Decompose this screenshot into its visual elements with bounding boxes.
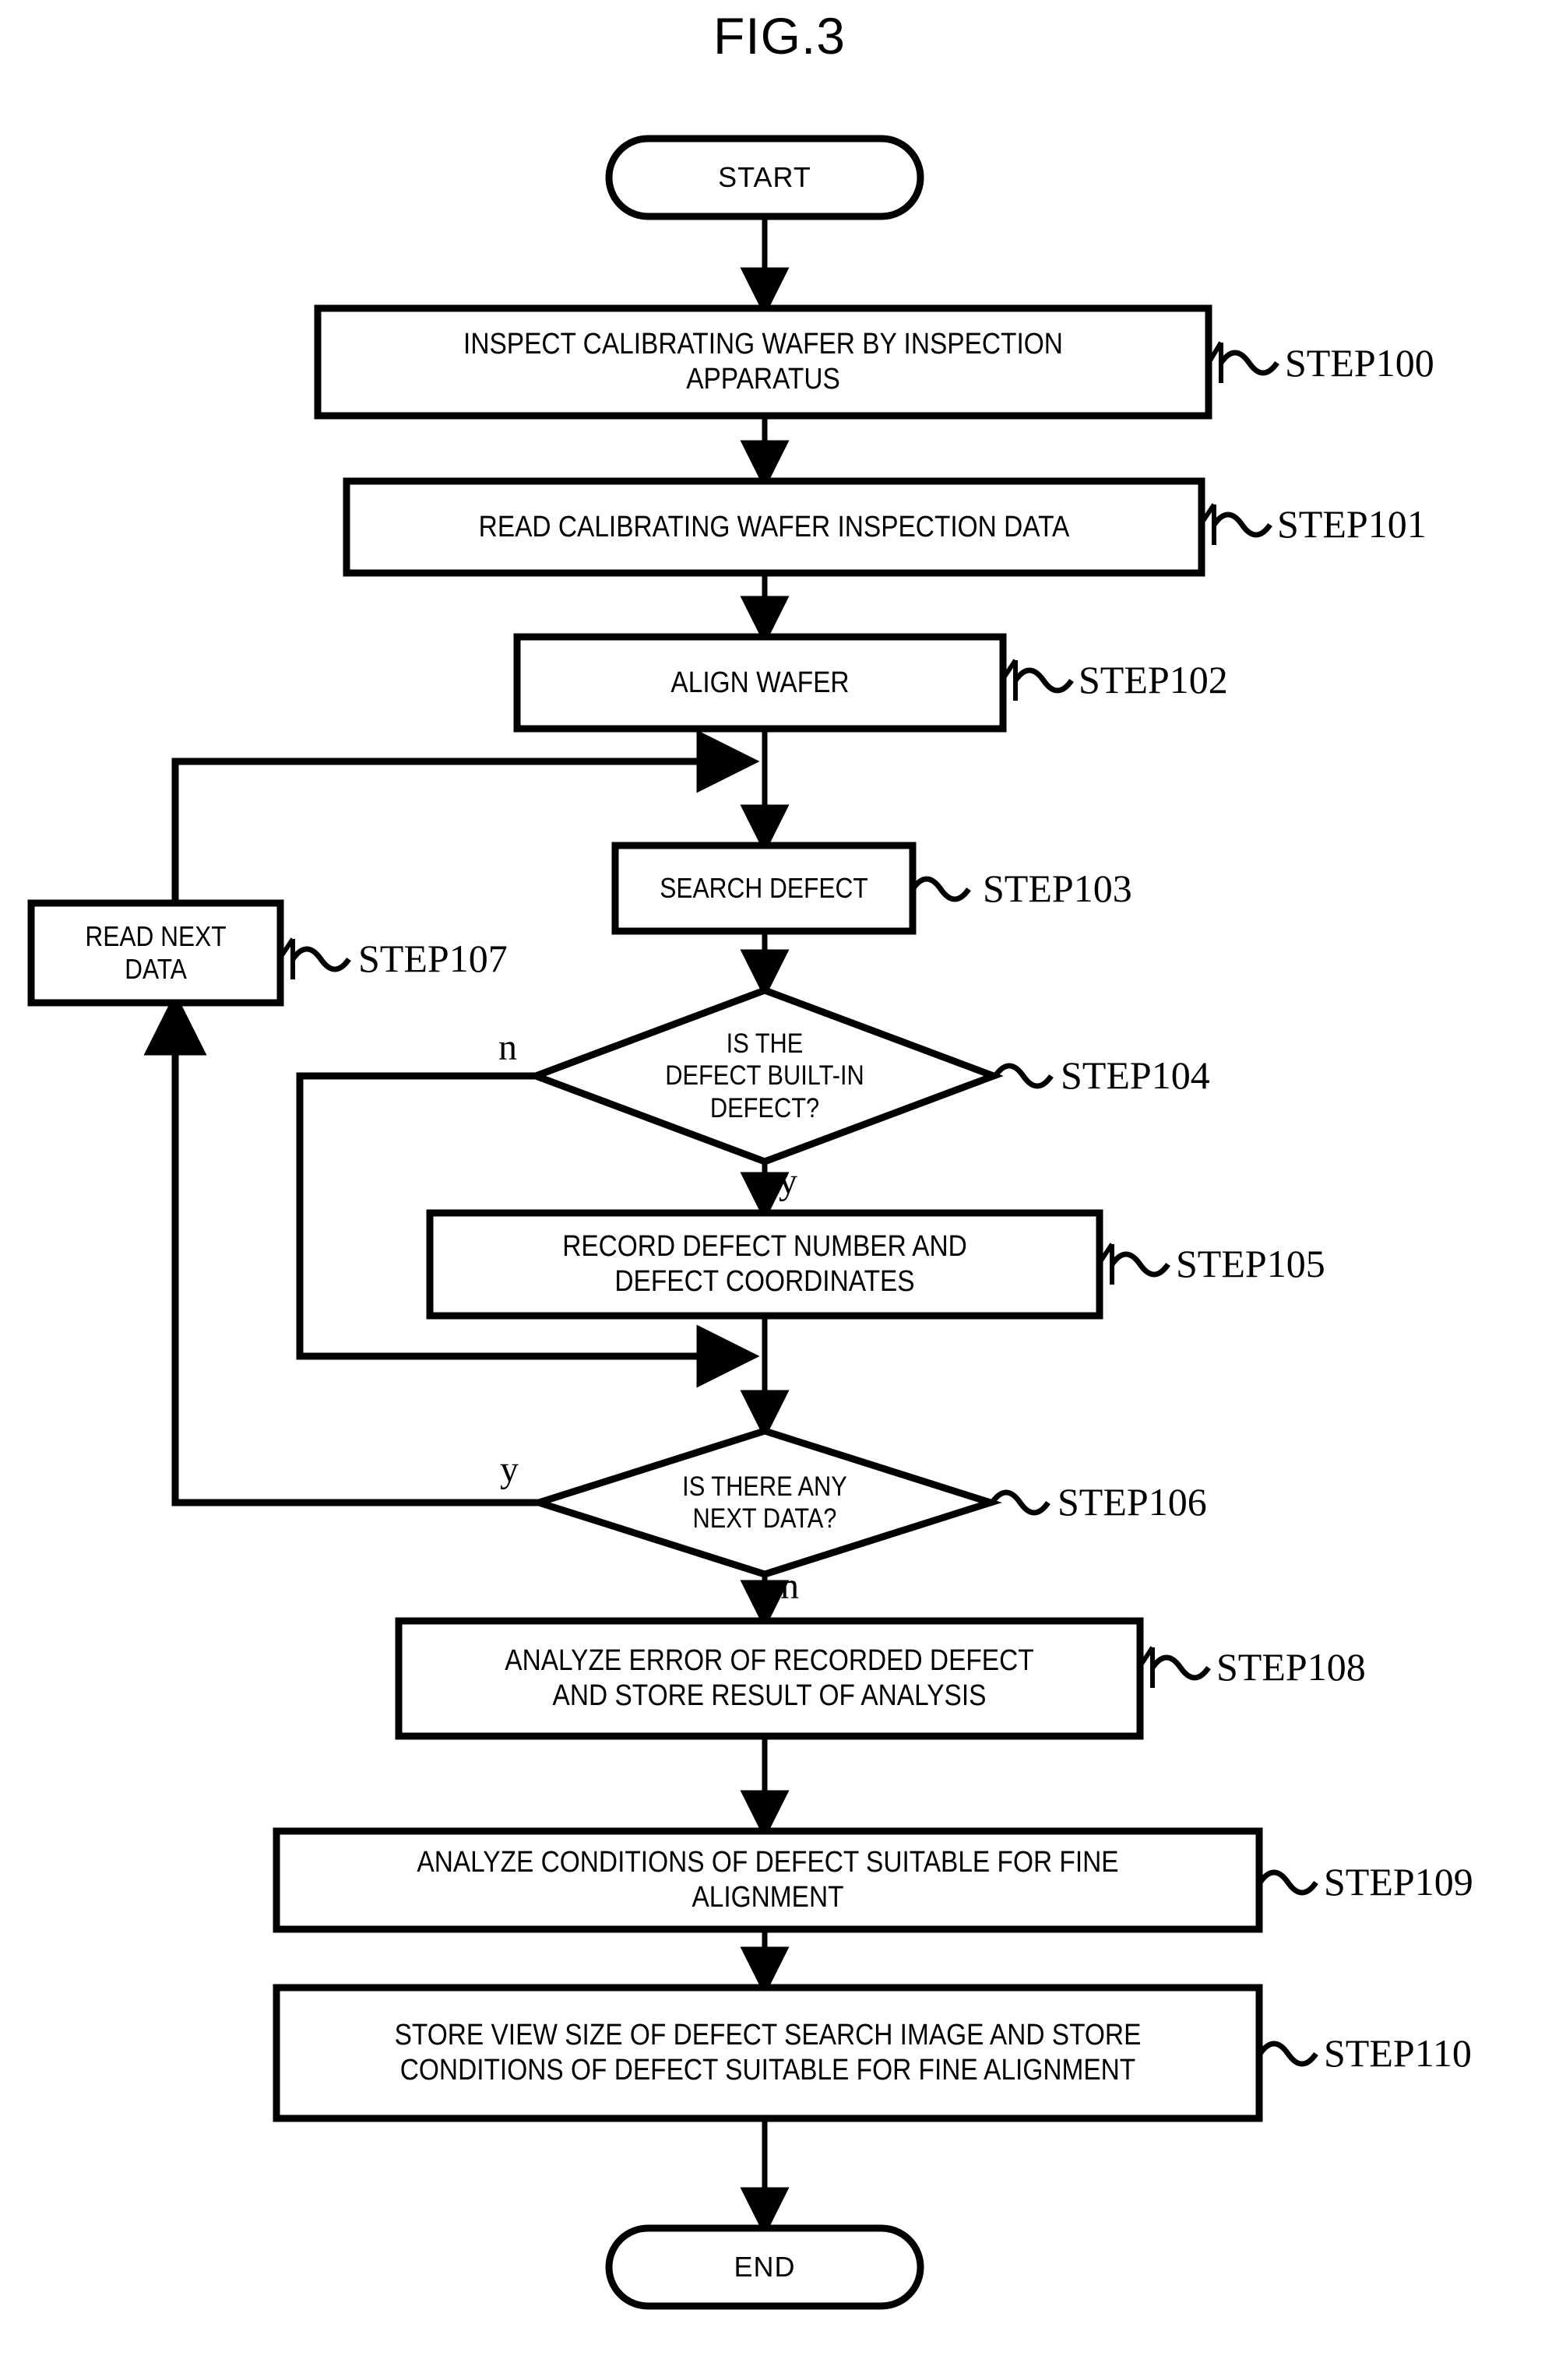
step104-node-label: IS THE DEFECT BUILT-IN DEFECT? [665,1028,864,1123]
step101-reference-label: STEP101 [1277,502,1427,546]
step104-no-branch-label: n [498,1027,517,1068]
step108-reference-label: STEP108 [1216,1645,1366,1689]
step105-leader-squiggle [1110,1251,1170,1278]
step100-node-label: INSPECT CALIBRATING WAFER BY INSPECTION … [463,328,1063,395]
step106-reference-label: STEP106 [1058,1480,1207,1524]
step110-node-label: STORE VIEW SIZE OF DEFECT SEARCH IMAGE A… [394,2019,1142,2086]
step100-reference-label: STEP100 [1285,341,1434,385]
step108-leader-squiggle [1150,1654,1211,1681]
step105-reference-label: STEP105 [1176,1242,1325,1285]
step106-yes-branch-label: y [500,1449,519,1490]
step104-reference-label: STEP104 [1061,1053,1210,1097]
start-node-label: START [718,160,811,193]
step101-node-label: READ CALIBRATING WAFER INSPECTION DATA [478,510,1070,543]
step102-node-label: ALIGN WAFER [670,666,850,699]
step110-leader-squiggle [1258,2041,1318,2067]
step106-node-label: IS THERE ANY NEXT DATA? [682,1471,847,1534]
figure-page: FIG.3 START INSPECT CALIBRATING WAFER BY… [0,0,1559,2380]
step109-node-label: ANALYZE CONDITIONS OF DEFECT SUITABLE FO… [417,1846,1119,1914]
step100-leader-squiggle [1219,350,1279,376]
step103-leader-squiggle [910,876,971,902]
step101-leader-squiggle [1212,512,1272,538]
step102-leader-squiggle [1013,667,1074,694]
step108-node-label: ANALYZE ERROR OF RECORDED DEFECT AND STO… [505,1644,1034,1712]
step104-yes-branch-label: y [779,1161,797,1202]
step106-no-branch-label: n [780,1566,799,1607]
step107-leader-squiggle [290,946,351,972]
step105-node-label: RECORD DEFECT NUMBER AND DEFECT COORDINA… [562,1230,967,1298]
end-node-label: END [734,2250,796,2283]
step110-reference-label: STEP110 [1324,2031,1472,2075]
step107-reference-label: STEP107 [358,937,508,980]
step109-reference-label: STEP109 [1324,1860,1473,1904]
step103-node-label: SEARCH DEFECT [660,871,868,904]
step103-reference-label: STEP103 [983,867,1132,910]
step109-leader-squiggle [1258,1869,1318,1896]
step107-node-label: READ NEXT DATA [85,919,227,985]
step102-reference-label: STEP102 [1079,658,1228,701]
